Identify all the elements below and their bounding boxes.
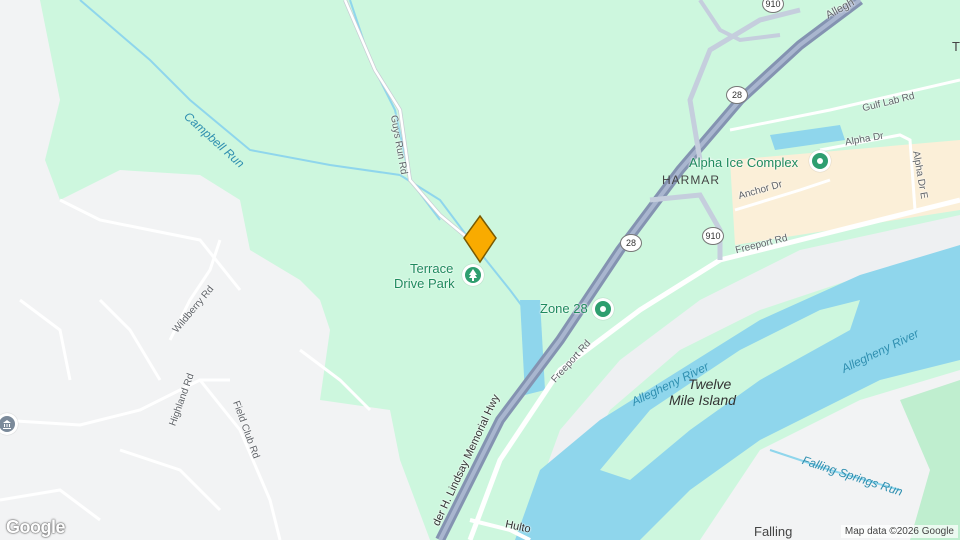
twelve-mile-island-label-1: Twelve [688,376,732,392]
zone-28-poi[interactable] [592,298,614,320]
selected-location-pin[interactable] [462,214,498,264]
guys-run-road [343,0,472,242]
alpha-ice-complex-label[interactable]: Alpha Ice Complex [689,156,798,169]
terrace-drive-park-label-2[interactable]: Drive Park [394,277,455,290]
map-canvas[interactable]: Campbell Run Allegheny River Allegheny R… [0,0,960,540]
terrace-drive-park-label-1[interactable]: Terrace [410,262,453,275]
edge-t-label: T [952,39,960,54]
falling-label: Falling [754,524,793,539]
residential-area-west [0,0,430,540]
route-28-shield-b: 28 [620,234,642,252]
harmar-label: HARMAR [662,173,721,187]
map-pin-icon [463,214,497,264]
gulf-lab-road [729,78,960,132]
building-icon [0,416,15,432]
poi-icon [812,153,828,169]
tree-icon [465,267,481,283]
twelve-mile-island-label-2: Mile Island [669,392,736,408]
zone-28-label[interactable]: Zone 28 [540,302,588,315]
route-28-shield-a: 28 [726,86,748,104]
poi-icon [595,301,611,317]
route-910-shield-b: 910 [702,227,724,245]
guys-run-creek [349,0,441,221]
google-logo: Google [6,517,66,537]
park-poi[interactable] [462,264,484,286]
alpha-ice-complex-poi[interactable] [809,150,831,172]
map-attribution[interactable]: Map data ©2026 Google [840,525,958,538]
